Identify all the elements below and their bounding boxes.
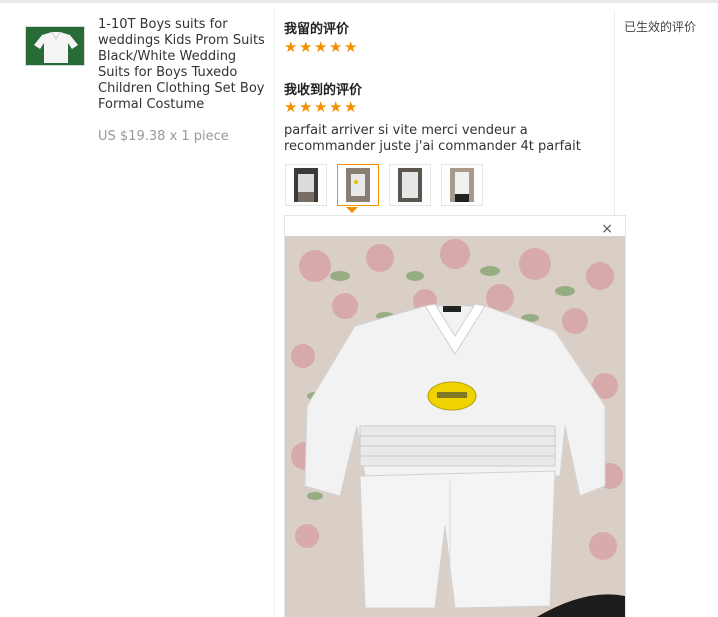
star-icon: ★: [329, 98, 343, 116]
star-icon: ★: [344, 38, 358, 56]
star-icon: ★: [299, 38, 313, 56]
my-review-label: 我留的评价: [284, 22, 350, 37]
photo-thumbnail-3[interactable]: [389, 164, 431, 206]
column-divider: [274, 10, 275, 617]
star-icon: ★: [314, 38, 328, 56]
my-review-stars: ★ ★ ★ ★ ★: [284, 38, 358, 56]
photo-thumbnails: [285, 164, 483, 206]
top-divider: [0, 0, 718, 3]
product-image[interactable]: [25, 26, 85, 66]
star-icon: ★: [284, 98, 298, 116]
product-title[interactable]: 1-10T Boys suits for weddings Kids Prom …: [98, 17, 268, 113]
received-review-stars: ★ ★ ★ ★ ★: [284, 98, 358, 116]
review-status: 已生效的评价: [624, 20, 697, 34]
star-icon: ★: [284, 38, 298, 56]
close-icon[interactable]: ×: [601, 221, 613, 237]
star-icon: ★: [329, 38, 343, 56]
review-text: parfait arriver si vite merci vendeur a …: [284, 123, 581, 154]
star-icon: ★: [299, 98, 313, 116]
photo-viewer: ×: [284, 215, 626, 617]
star-icon: ★: [314, 98, 328, 116]
photo-thumbnail-4[interactable]: [441, 164, 483, 206]
selected-thumbnail-caret: [346, 207, 358, 213]
star-icon: ★: [344, 98, 358, 116]
review-photo[interactable]: [285, 236, 625, 617]
received-review-label: 我收到的评价: [284, 83, 363, 98]
product-price: US $19.38 x 1 piece: [98, 129, 229, 144]
photo-thumbnail-2[interactable]: [337, 164, 379, 206]
photo-thumbnail-1[interactable]: [285, 164, 327, 206]
